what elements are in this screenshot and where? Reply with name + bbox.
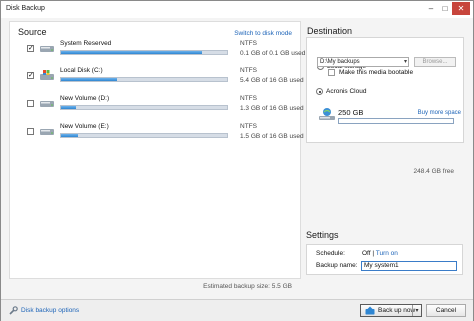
disk-name: New Volume (E:): [60, 123, 109, 130]
disk-row[interactable]: New Volume (D:) NTFS 1.3 GB of 16 GB used: [18, 95, 304, 115]
window-controls: – □ ✕: [424, 2, 470, 15]
hard-drive-icon: [40, 101, 54, 107]
minimize-button[interactable]: –: [424, 2, 438, 15]
disk-row[interactable]: ✓ Local Disk (C:) NTFS 5.4 GB of 16 GB used: [18, 67, 304, 87]
disk-usage-bar: [60, 105, 228, 110]
browse-button[interactable]: Browse...: [414, 57, 456, 67]
disk-checkbox[interactable]: ✓: [27, 72, 34, 79]
acronis-cloud-label: Acronis Cloud: [326, 88, 367, 95]
disk-backup-options-link[interactable]: Disk backup options: [9, 306, 79, 315]
system-drive-icon: [40, 46, 54, 52]
options-wrench-icon: [9, 306, 18, 315]
disk-checkbox[interactable]: ✓: [27, 45, 34, 52]
schedule-value: Off: [362, 250, 371, 257]
disk-name: New Volume (D:): [60, 95, 110, 102]
schedule-status: Off | Turn on: [362, 250, 398, 257]
cancel-button[interactable]: Cancel: [426, 304, 466, 317]
settings-title: Settings: [306, 230, 339, 240]
back-up-icon: [365, 306, 375, 315]
footer-bar: Disk backup options Back up now ▾ Cancel: [1, 299, 473, 321]
backup-name-label: Backup name:: [316, 262, 358, 269]
cloud-usage-bar: [338, 118, 454, 124]
cloud-drive-icon: [319, 108, 335, 120]
disk-usage-text: 1.5 GB of 16 GB used: [240, 133, 304, 140]
source-panel: Source Switch to disk mode ✓ System Reser…: [9, 21, 305, 279]
acronis-cloud-radio[interactable]: [316, 88, 323, 95]
disk-usage-bar: [60, 77, 228, 82]
disk-filesystem: NTFS: [240, 40, 257, 47]
disk-usage-text: 1.3 GB of 16 GB used: [240, 105, 304, 112]
close-button[interactable]: ✕: [452, 2, 470, 15]
estimated-backup-size: Estimated backup size: 5.5 GB: [203, 283, 292, 290]
windows-drive-icon: [40, 70, 54, 80]
back-up-now-label: Back up now: [378, 307, 416, 314]
disk-row[interactable]: New Volume (E:) NTFS 1.5 GB of 16 GB used: [18, 123, 304, 143]
free-space-text: 248.4 GB free: [413, 168, 454, 175]
disk-row[interactable]: ✓ System Reserved NTFS 0.1 GB of 0.1 GB use…: [18, 40, 305, 60]
disk-filesystem: NTFS: [240, 95, 257, 102]
disk-backup-options-label: Disk backup options: [21, 307, 80, 314]
hard-drive-icon: [40, 129, 54, 135]
disk-filesystem: NTFS: [240, 67, 257, 74]
disk-name: System Reserved: [60, 40, 112, 47]
switch-to-disk-mode-link[interactable]: Switch to disk mode: [234, 30, 292, 37]
disk-usage-bar: [60, 50, 228, 55]
disk-name: Local Disk (C:): [60, 67, 103, 74]
destination-panel: Destination Local storage D:\My backups …: [306, 21, 467, 175]
disk-filesystem: NTFS: [240, 123, 257, 130]
backup-name-input[interactable]: My system1: [361, 261, 457, 271]
disk-usage-fill: [61, 134, 78, 137]
disk-checkbox[interactable]: [27, 100, 34, 107]
back-up-now-button[interactable]: Back up now ▾: [360, 304, 422, 317]
schedule-label: Schedule:: [316, 250, 345, 257]
maximize-button[interactable]: □: [438, 2, 452, 15]
back-up-dropdown-arrow[interactable]: ▾: [412, 305, 421, 316]
backup-path-value: D:\My backups: [320, 59, 360, 65]
disk-usage-text: 5.4 GB of 16 GB used: [240, 77, 304, 84]
turn-on-link[interactable]: Turn on: [376, 250, 398, 257]
disk-checkbox[interactable]: [27, 128, 34, 135]
chevron-down-icon: ▾: [403, 59, 407, 65]
disk-usage-text: 0.1 GB of 0.1 GB used: [240, 50, 306, 57]
window-title: Disk Backup: [6, 5, 45, 12]
disk-usage-bar: [60, 133, 228, 138]
settings-panel: Schedule: Off | Turn on Backup name: My …: [306, 244, 463, 275]
disk-usage-fill: [61, 78, 118, 81]
bootable-label: Make this media bootable: [339, 69, 414, 76]
cloud-capacity: 250 GB: [338, 108, 364, 117]
source-title: Source: [18, 27, 47, 37]
disk-backup-window: Disk Backup – □ ✕ Source Switch to disk …: [0, 0, 474, 321]
title-bar: Disk Backup – □ ✕: [1, 1, 473, 18]
destination-title: Destination: [307, 26, 353, 36]
disk-usage-fill: [61, 106, 76, 109]
disk-usage-fill: [61, 51, 203, 54]
buy-more-space-link[interactable]: Buy more space: [418, 110, 461, 116]
bootable-checkbox[interactable]: [328, 69, 335, 76]
backup-path-select[interactable]: D:\My backups ▾: [317, 57, 409, 67]
